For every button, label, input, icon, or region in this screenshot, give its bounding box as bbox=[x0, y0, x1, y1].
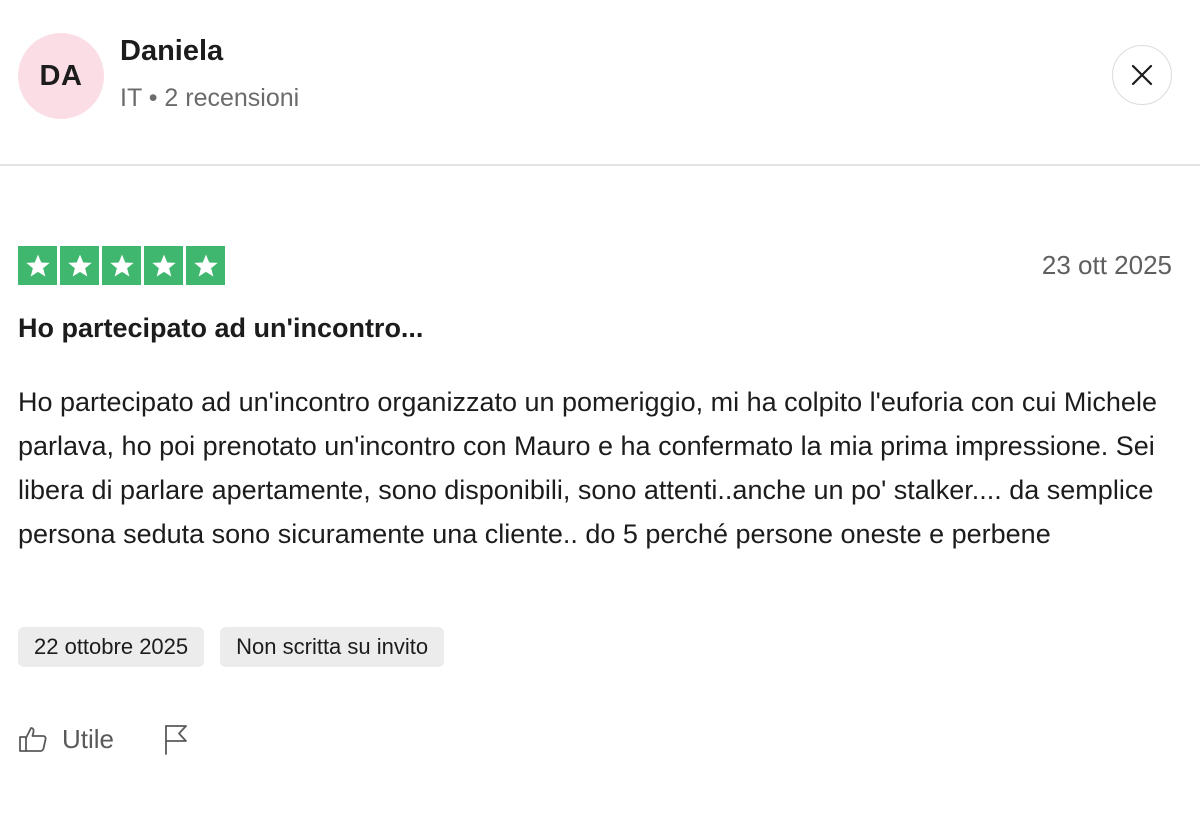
review-title: Ho partecipato ad un'incontro... bbox=[18, 313, 424, 343]
avatar-initials: DA bbox=[39, 59, 83, 92]
experience-date-badge: 22 ottobre 2025 bbox=[18, 627, 205, 667]
useful-button[interactable]: Utile bbox=[18, 724, 114, 755]
close-icon bbox=[1131, 64, 1153, 86]
star-icon bbox=[144, 246, 183, 285]
review-body: Ho partecipato ad un'incontro organizzat… bbox=[18, 387, 1157, 549]
report-button[interactable] bbox=[162, 723, 190, 755]
useful-label: Utile bbox=[62, 723, 115, 754]
reviewer-meta: IT • 2 recensioni bbox=[120, 84, 300, 112]
star-rating bbox=[18, 246, 225, 285]
close-button[interactable] bbox=[1112, 45, 1172, 105]
flag-icon bbox=[165, 725, 187, 755]
reviewer-header: DA Daniela IT • 2 recensioni bbox=[0, 0, 1200, 166]
star-icon bbox=[102, 246, 141, 285]
review-modal: DA Daniela IT • 2 recensioni 23 ott 2025… bbox=[0, 0, 1200, 816]
review-date: 23 ott 2025 bbox=[1041, 250, 1172, 280]
star-icon bbox=[18, 246, 57, 285]
review-actions: Utile bbox=[18, 723, 190, 755]
review-tags: 22 ottobre 2025 Non scritta su invito bbox=[18, 627, 445, 667]
avatar: DA bbox=[18, 33, 104, 119]
star-icon bbox=[186, 246, 225, 285]
reviewer-name[interactable]: Daniela bbox=[120, 35, 223, 68]
thumbs-up-icon bbox=[19, 727, 47, 752]
invite-status-badge: Non scritta su invito bbox=[220, 627, 445, 667]
star-icon bbox=[60, 246, 99, 285]
